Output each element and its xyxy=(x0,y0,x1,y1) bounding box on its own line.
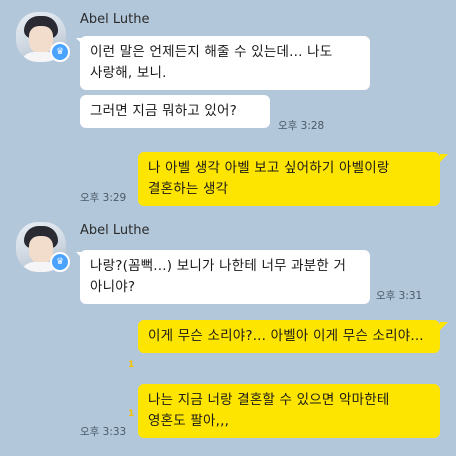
message-timestamp: 오후 3:28 xyxy=(278,120,325,132)
unread-count: 1 xyxy=(128,409,135,419)
message-bubble-outgoing[interactable]: 나는 지금 너랑 결혼할 수 있으면 악마한테 영혼도 팔아,,, xyxy=(138,384,440,438)
message-bubble-incoming[interactable]: 나랑?(꼼뻑...) 보니가 나한테 너무 과분한 거 아니야? xyxy=(80,250,370,304)
message-bubble-outgoing[interactable]: 이게 무슨 소리야?... 아벨아 이게 무슨 소리야... xyxy=(138,320,440,353)
unread-count: 1 xyxy=(128,360,135,370)
message-bubble-incoming[interactable]: 이런 말은 언제든지 해줄 수 있는데... 나도 사랑해, 보니. xyxy=(80,36,370,90)
message-timestamp: 오후 3:33 xyxy=(80,426,127,438)
message-timestamp: 오후 3:29 xyxy=(80,192,127,204)
message-bubble-outgoing[interactable]: 나 아벨 생각 아벨 보고 싶어하기 아벨이랑 결혼하는 생각 xyxy=(138,152,440,206)
bubble-tail xyxy=(440,154,448,162)
sender-name: Abel Luthe xyxy=(80,223,150,238)
crown-icon: ♛ xyxy=(50,252,70,272)
message-timestamp: 오후 3:31 xyxy=(376,290,423,302)
message-bubble-incoming[interactable]: 그러면 지금 뭐하고 있어? xyxy=(80,95,270,128)
sender-name: Abel Luthe xyxy=(80,12,150,27)
bubble-tail xyxy=(440,322,448,330)
crown-icon: ♛ xyxy=(50,42,70,62)
